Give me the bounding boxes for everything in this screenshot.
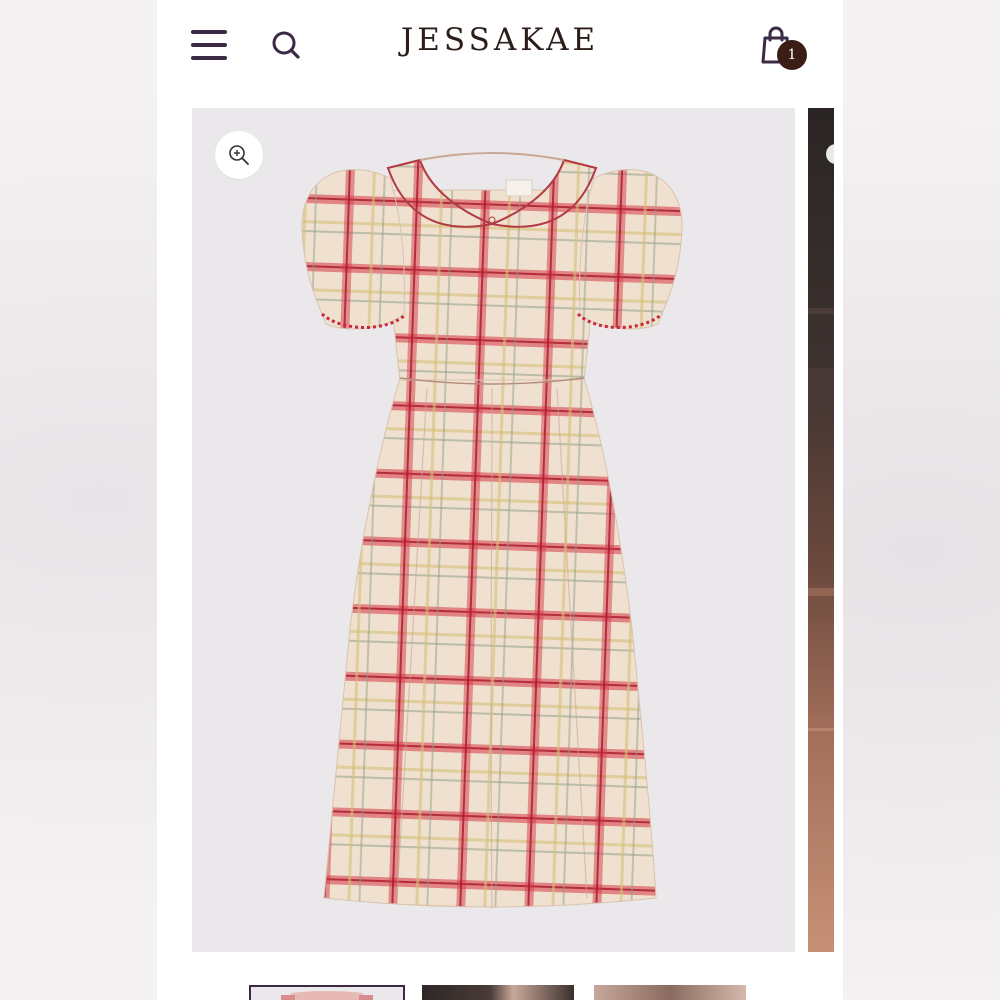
menu-line	[191, 56, 227, 60]
menu-line	[191, 30, 227, 34]
model-photo-slide	[808, 144, 834, 731]
plaid-puff-sleeve-dress-image	[301, 152, 683, 909]
thumbnail-1[interactable]	[249, 985, 405, 1000]
thumbnail-dress-image	[281, 991, 373, 1000]
cart-count-badge: 1	[777, 40, 807, 70]
brand-logo[interactable]: JESSAKAE	[357, 22, 643, 58]
zoom-button[interactable]	[215, 131, 263, 179]
zoom-in-icon	[229, 145, 249, 165]
site-header: JESSAKAE 1	[157, 0, 843, 90]
menu-line	[191, 43, 227, 47]
mobile-page: JESSAKAE 1	[157, 0, 843, 1000]
product-image-main[interactable]	[192, 108, 795, 952]
menu-button[interactable]	[191, 28, 229, 62]
thumbnail-2[interactable]	[422, 985, 574, 1000]
next-slide-preview[interactable]	[808, 108, 834, 952]
search-button[interactable]	[270, 28, 302, 62]
search-icon	[272, 31, 300, 59]
thumbnail-3[interactable]	[594, 985, 746, 1000]
